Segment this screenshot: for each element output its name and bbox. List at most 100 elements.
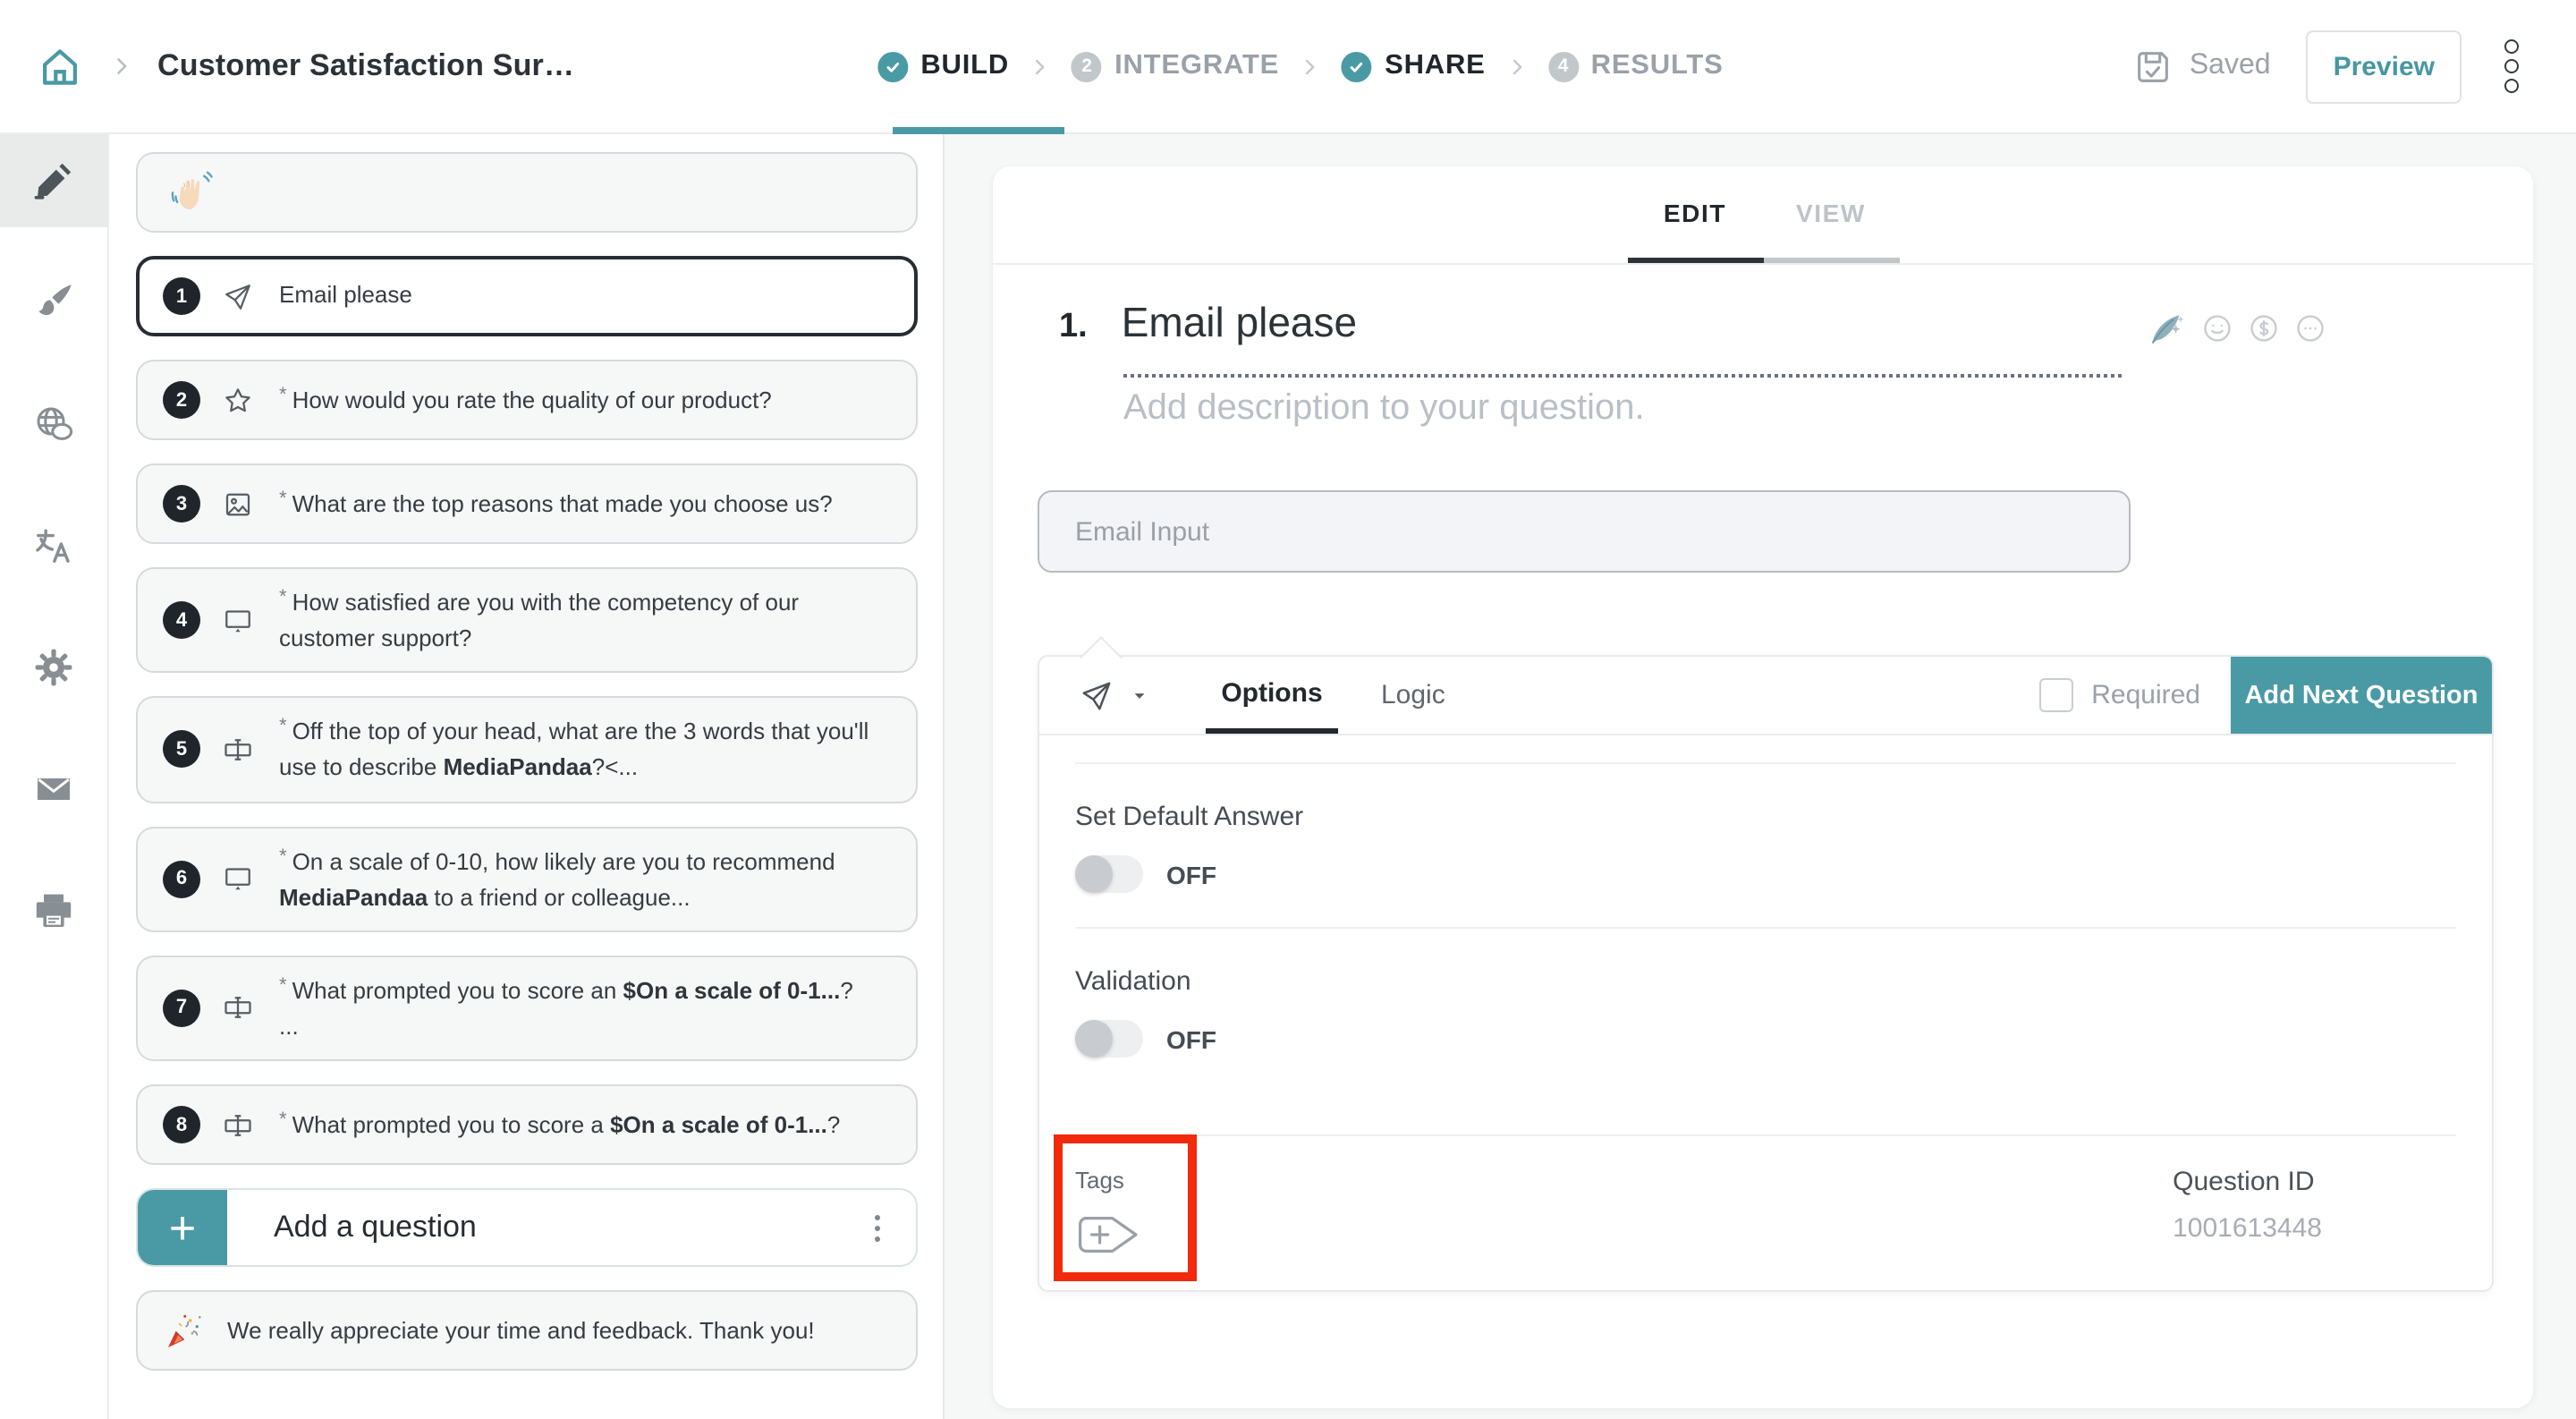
question-card-4[interactable]: 4 *How satisfied are you with the compete… (136, 567, 918, 674)
welcome-card[interactable] (136, 152, 918, 233)
add-next-question-button[interactable]: Add Next Question (2231, 657, 2492, 734)
step-number: 4 (1548, 51, 1579, 81)
saved-label: Saved (2190, 50, 2271, 82)
top-bar: Customer Satisfaction Sur… BUILD 2INTEGRA… (0, 0, 2576, 134)
save-icon (2132, 46, 2174, 87)
add-question-button[interactable]: + Add a question (136, 1188, 918, 1267)
party-popper-emoji (163, 1309, 206, 1352)
tags-block: Tags (1075, 1167, 1141, 1265)
preview-button[interactable]: Preview (2307, 30, 2462, 103)
step-build[interactable]: BUILD (877, 50, 1009, 82)
kebab-dot (2504, 39, 2519, 54)
sidebar-item-build[interactable] (0, 134, 107, 227)
question-text: Email please (279, 278, 412, 314)
validation-switch[interactable] (1075, 1020, 1143, 1058)
question-card-6[interactable]: 6*On a scale of 0-10, how likely are you… (136, 826, 918, 932)
monitor-icon (222, 862, 254, 895)
home-icon[interactable] (36, 42, 84, 90)
add-tag-button[interactable] (1075, 1213, 1141, 1256)
question-editor-card: EDIT VIEW 1. Email please Add descriptio… (993, 166, 2533, 1408)
tags-label: Tags (1075, 1167, 1141, 1194)
ai-quill-sparkle-icon[interactable] (2147, 308, 2188, 349)
options-panel: Options Logic Required Add Next Question… (1038, 655, 2494, 1292)
step-check-icon (877, 51, 908, 81)
chevron-right-icon (109, 54, 134, 79)
check-icon (1347, 56, 1367, 76)
question-text: *What prompted you to score an $On a sca… (279, 972, 853, 1046)
step-label: RESULTS (1591, 50, 1724, 82)
translate-icon (32, 524, 75, 567)
default-answer-section: Set Default Answer OFF (1075, 762, 2456, 927)
chevron-right-icon (1029, 55, 1052, 78)
title-toolbar (2147, 308, 2327, 349)
pencil-icon (32, 159, 75, 202)
question-text: *How satisfied are you with the competen… (279, 583, 891, 658)
question-card-1[interactable]: 1Email please (136, 256, 918, 336)
mail-icon (32, 768, 75, 811)
tab-view[interactable]: VIEW (1763, 166, 1899, 263)
question-text: *What are the top reasons that made you … (279, 485, 833, 523)
tab-options[interactable]: Options (1206, 657, 1338, 734)
sidebar-item-language[interactable] (0, 378, 107, 471)
sidebar-item-email[interactable] (0, 743, 107, 836)
add-question-menu-button[interactable] (868, 1207, 887, 1248)
star-icon (222, 384, 254, 416)
answer-preview-box (1038, 490, 2131, 573)
check-icon (883, 56, 902, 76)
question-card-3[interactable]: 3*What are the top reasons that made you… (136, 463, 918, 544)
question-text: *How would you rate the quality of our p… (279, 381, 772, 419)
editor-area: EDIT VIEW 1. Email please Add descriptio… (945, 132, 2576, 1419)
survey-builder-app: Customer Satisfaction Sur… BUILD 2INTEGRA… (0, 0, 2576, 1419)
email-answer-input[interactable] (1039, 492, 2200, 571)
textfield-icon (222, 1109, 254, 1141)
question-card-5[interactable]: 5*Off the top of your head, what are the… (136, 697, 918, 803)
required-toggle[interactable]: Required (2039, 678, 2200, 712)
step-results[interactable]: 4 RESULTS (1548, 50, 1724, 82)
question-title-field[interactable]: Email please (1122, 299, 1357, 347)
step-label: SHARE (1385, 50, 1486, 82)
question-list-panel[interactable]: 1Email please 2 *How would you rate the qu… (107, 132, 945, 1419)
tab-edit[interactable]: EDIT (1627, 166, 1763, 263)
question-number-badge: 4 (163, 601, 200, 639)
sidebar-item-print[interactable] (0, 864, 107, 957)
question-text: *On a scale of 0-10, how likely are you … (279, 842, 891, 916)
question-number-badge: 2 (163, 381, 200, 419)
question-card-2[interactable]: 2 *How would you rate the quality of our … (136, 360, 918, 440)
step-share[interactable]: SHARE (1342, 50, 1486, 82)
textfield-icon (222, 734, 254, 766)
left-icon-sidebar (0, 132, 109, 1419)
sidebar-item-translate[interactable] (0, 499, 107, 592)
step-label: BUILD (920, 50, 1009, 82)
required-checkbox[interactable] (2039, 678, 2073, 712)
question-card-7[interactable]: 7*What prompted you to score an $On a sc… (136, 956, 918, 1062)
gear-icon (32, 646, 75, 689)
more-options-icon[interactable] (2293, 311, 2327, 345)
question-type-dropdown[interactable] (1079, 677, 1148, 713)
question-header: 1. Email please (1059, 299, 1357, 347)
save-status: Saved (2132, 46, 2271, 87)
sidebar-item-design[interactable] (0, 256, 107, 349)
variable-dollar-icon[interactable] (2247, 311, 2281, 345)
switch-knob (1075, 1020, 1113, 1058)
default-answer-switch[interactable] (1075, 855, 1143, 893)
sidebar-item-settings[interactable] (0, 621, 107, 714)
description-placeholder[interactable]: Add description to your question. (1123, 388, 1645, 429)
add-question-label: Add a question (274, 1210, 477, 1245)
thank-you-card[interactable]: We really appreciate your time and feedb… (136, 1290, 918, 1371)
title-dotted-underline (1123, 374, 2122, 378)
plus-icon[interactable]: + (138, 1188, 227, 1267)
question-id-block: Question ID 1001613448 (2173, 1167, 2322, 1244)
question-card-8[interactable]: 8*What prompted you to score a $On a sca… (136, 1084, 918, 1165)
question-number: 1. (1059, 308, 1088, 347)
wave-emoji (170, 168, 218, 217)
step-integrate[interactable]: 2INTEGRATE (1072, 50, 1279, 82)
question-id-label: Question ID (2173, 1167, 2322, 1197)
more-menu-button[interactable] (2497, 32, 2526, 100)
emoji-icon[interactable] (2200, 311, 2234, 345)
breadcrumb: Customer Satisfaction Sur… (0, 42, 574, 90)
tab-logic[interactable]: Logic (1377, 657, 1449, 734)
chevron-down-icon (1131, 686, 1148, 704)
edit-view-tabs: EDIT VIEW (993, 166, 2533, 265)
brush-icon (32, 281, 75, 324)
survey-title[interactable]: Customer Satisfaction Sur… (157, 48, 574, 84)
